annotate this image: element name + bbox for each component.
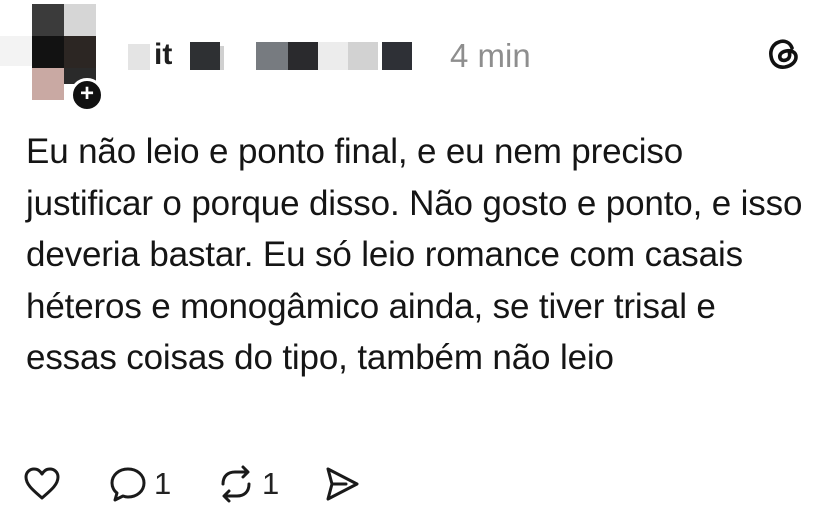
username-redaction (288, 42, 318, 70)
reply-button[interactable]: 1 (108, 462, 171, 506)
username[interactable]: it (128, 38, 418, 71)
username-redaction (256, 42, 288, 70)
username-redaction (348, 42, 378, 70)
avatar[interactable]: + (0, 0, 110, 112)
like-button[interactable] (22, 462, 62, 506)
follow-badge[interactable]: + (70, 78, 104, 112)
username-redaction (318, 42, 348, 70)
username-redaction (190, 42, 220, 70)
share-button[interactable] (322, 462, 362, 506)
avatar-pixel (64, 36, 96, 68)
username-redaction (128, 44, 150, 70)
post-body-text: Eu não leio e ponto final, e eu nem prec… (26, 132, 803, 377)
avatar-pixel (32, 68, 64, 100)
avatar-pixel (32, 4, 64, 36)
send-icon (322, 464, 362, 504)
avatar-pixel (0, 36, 32, 66)
post-actions: 1 1 (22, 462, 442, 506)
avatar-pixel (64, 4, 96, 36)
comment-icon (108, 464, 148, 504)
repost-button[interactable]: 1 (216, 462, 279, 506)
username-redaction (220, 46, 224, 70)
repost-icon (216, 464, 256, 504)
threads-logo-icon[interactable] (764, 34, 804, 74)
username-text: it (154, 38, 173, 71)
heart-icon (22, 464, 62, 504)
avatar-pixel (32, 36, 64, 68)
threads-post: + it 4 min Eu não leio e ponto final, e … (0, 0, 828, 515)
post-header: it 4 min (128, 34, 828, 74)
reply-count: 1 (154, 466, 172, 501)
username-redaction (382, 42, 412, 70)
post-timestamp: 4 min (450, 37, 531, 74)
repost-count: 1 (262, 466, 280, 501)
